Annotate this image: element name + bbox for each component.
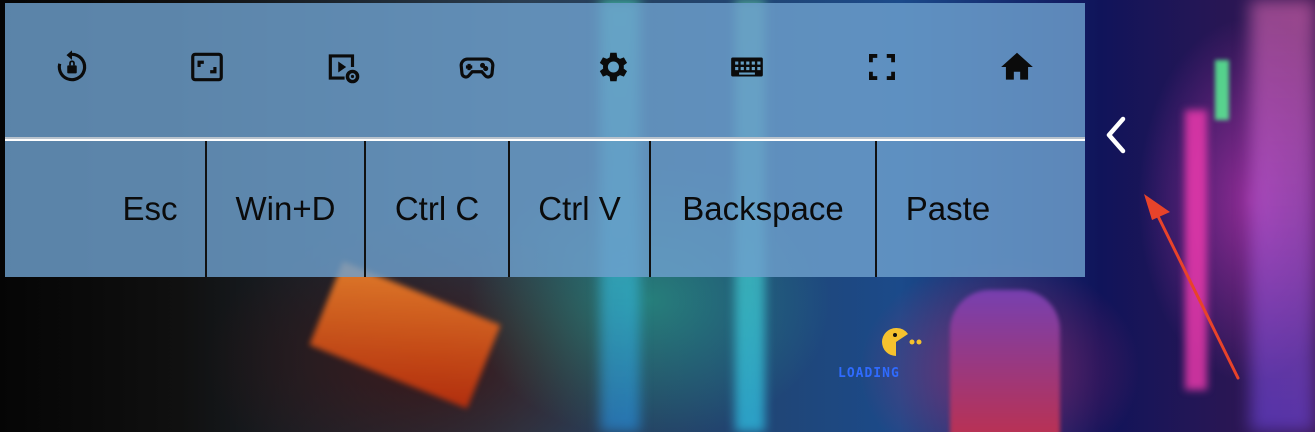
toolbar-icon-row	[5, 3, 1085, 137]
key-backspace-button[interactable]: Backspace	[651, 141, 875, 277]
keyboard-icon[interactable]	[727, 47, 767, 87]
fit-screen-icon[interactable]	[187, 47, 227, 87]
remote-toolbar-panel: Esc Win+D Ctrl C Ctrl V Backspace Paste	[5, 3, 1085, 277]
shortcut-key-row: Esc Win+D Ctrl C Ctrl V Backspace Paste	[5, 141, 1085, 277]
chevron-left-icon	[1106, 116, 1126, 154]
video-settings-icon[interactable]	[323, 47, 363, 87]
pacman-loading-icon	[882, 327, 922, 356]
gamepad-icon[interactable]	[457, 47, 497, 87]
key-ctrl-c-button[interactable]: Ctrl C	[366, 141, 508, 277]
annotation-arrow	[1144, 194, 1240, 380]
collapse-toolbar-button[interactable]	[1096, 112, 1136, 158]
key-esc-button[interactable]: Esc	[95, 141, 205, 277]
settings-gear-icon[interactable]	[592, 47, 632, 87]
key-paste-button[interactable]: Paste	[877, 141, 1019, 277]
lock-rotation-icon[interactable]	[52, 47, 92, 87]
loading-label: LOADING	[838, 366, 900, 381]
key-ctrl-v-button[interactable]: Ctrl V	[510, 141, 649, 277]
key-win-d-button[interactable]: Win+D	[207, 141, 364, 277]
fullscreen-icon[interactable]	[862, 47, 902, 87]
home-icon[interactable]	[997, 47, 1037, 87]
